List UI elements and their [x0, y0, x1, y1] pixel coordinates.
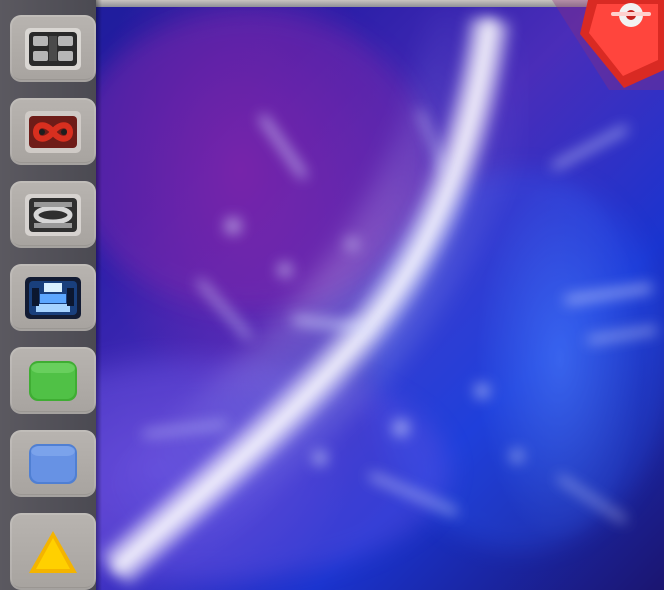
red-infinity-icon: [25, 110, 81, 153]
dock-item-apps-grid[interactable]: [10, 15, 96, 82]
green-square-icon: [29, 360, 77, 401]
dock-item-dark-blue-tools[interactable]: [10, 264, 96, 331]
dock-item-blue-square[interactable]: [10, 430, 96, 497]
yellow-triangle-icon: [29, 530, 77, 573]
blue-square-icon: [29, 443, 77, 484]
dock-item-yellow-triangle[interactable]: [10, 513, 96, 590]
left-dock: [0, 0, 102, 590]
dock-item-red-infinity[interactable]: [10, 98, 96, 165]
apps-grid-icon: [25, 27, 81, 70]
dock-item-green-square[interactable]: [10, 347, 96, 414]
dark-blue-tools-icon: [25, 276, 81, 319]
dock-item-network-ring[interactable]: [10, 181, 96, 248]
red-diamond-logo-icon[interactable]: [552, 0, 664, 90]
network-ring-icon: [25, 193, 81, 236]
